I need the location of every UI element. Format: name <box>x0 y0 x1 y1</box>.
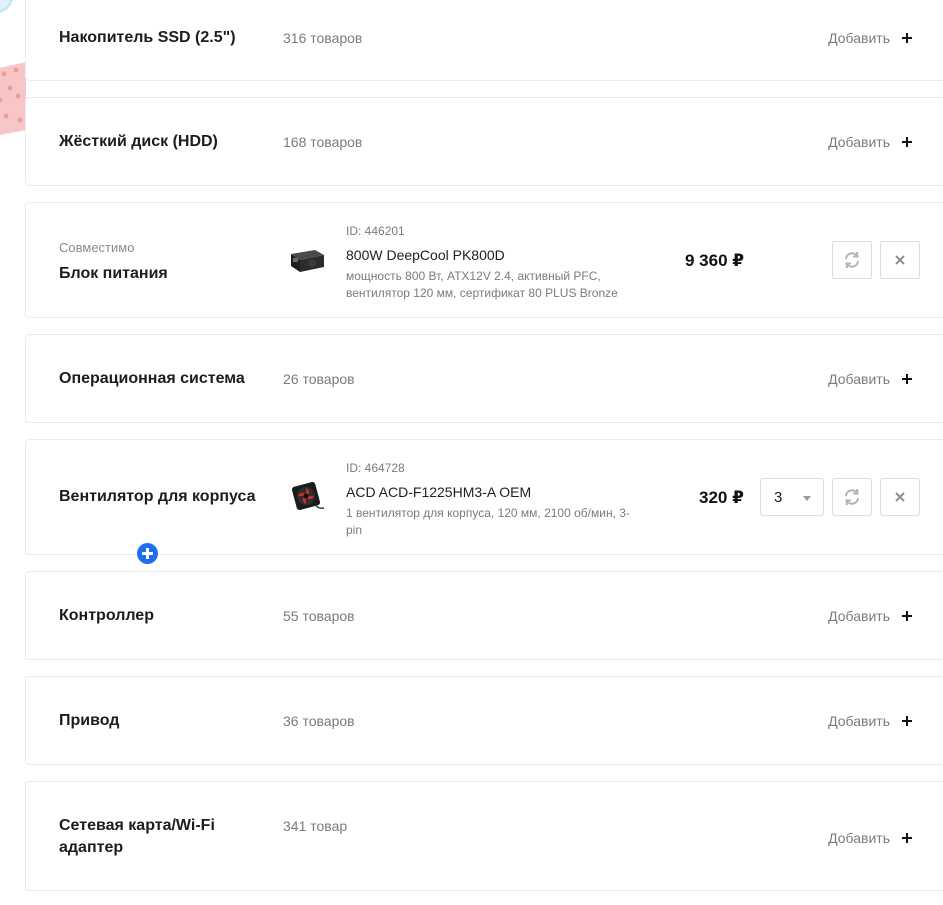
quantity-value: 3 <box>774 489 783 506</box>
add-button[interactable]: Добавить <box>828 134 912 150</box>
close-icon <box>895 492 905 502</box>
product-id: ID: 464728 <box>346 461 405 475</box>
add-label: Добавить <box>828 713 890 729</box>
category-row-optical-drive: Привод 36 товаров Добавить <box>25 676 943 765</box>
category-row-psu: Совместимо Блок питания ID: 446201 800W … <box>25 202 943 318</box>
fan-product-image[interactable] <box>288 482 326 512</box>
category-title: Операционная система <box>59 370 245 387</box>
plus-icon <box>902 611 912 621</box>
category-title: Жёсткий диск (HDD) <box>59 133 218 150</box>
product-id: ID: 446201 <box>346 224 405 238</box>
product-name[interactable]: 800W DeepCool PK800D <box>346 247 505 263</box>
product-count[interactable]: 55 товаров <box>283 608 355 624</box>
product-count[interactable]: 316 товаров <box>283 30 362 46</box>
quantity-select[interactable]: 3 <box>760 478 824 516</box>
product-price: 9 360 ₽ <box>685 251 745 270</box>
remove-button[interactable] <box>880 241 920 279</box>
product-count[interactable]: 341 товар <box>283 818 347 834</box>
plus-circle-icon[interactable] <box>137 543 158 564</box>
category-title: Вентилятор для корпуса <box>59 488 256 505</box>
plus-icon <box>902 374 912 384</box>
refresh-icon <box>845 251 859 269</box>
replace-button[interactable] <box>832 241 872 279</box>
category-row-controller: Контроллер 55 товаров Добавить <box>25 571 943 660</box>
product-description: мощность 800 Вт, ATX12V 2.4, активный PF… <box>346 269 618 300</box>
category-title: Контроллер <box>59 607 154 624</box>
category-row-os: Операционная система 26 товаров Добавить <box>25 334 943 423</box>
category-title: Сетевая карта/Wi-Fi адаптер <box>59 817 215 856</box>
product-count[interactable]: 36 товаров <box>283 713 355 729</box>
category-row-case-fan: Вентилятор для корпуса ID: 464728 ACD AC… <box>25 439 943 555</box>
compatibility-status: Совместимо <box>59 240 135 255</box>
plus-icon <box>902 33 912 43</box>
add-button[interactable]: Добавить <box>828 713 912 729</box>
add-label: Добавить <box>828 830 890 846</box>
category-title: Накопитель SSD (2.5") <box>59 29 236 46</box>
add-label: Добавить <box>828 371 890 387</box>
background-decoration <box>0 0 26 135</box>
category-row-hdd: Жёсткий диск (HDD) 168 товаров Добавить <box>25 97 943 186</box>
add-button[interactable]: Добавить <box>828 30 912 46</box>
product-count[interactable]: 168 товаров <box>283 134 362 150</box>
refresh-icon <box>845 488 859 506</box>
remove-button[interactable] <box>880 478 920 516</box>
chevron-down-icon <box>803 496 811 501</box>
plus-icon <box>902 137 912 147</box>
replace-button[interactable] <box>832 478 872 516</box>
product-price: 320 ₽ <box>699 488 744 507</box>
category-row-network-card: Сетевая карта/Wi-Fi адаптер 341 товар До… <box>25 781 943 891</box>
category-title: Привод <box>59 712 120 729</box>
psu-product-image[interactable] <box>288 245 326 275</box>
plus-icon <box>902 716 912 726</box>
category-row-ssd: Накопитель SSD (2.5") 316 товаров Добави… <box>25 0 943 81</box>
add-label: Добавить <box>828 134 890 150</box>
plus-icon <box>902 833 912 843</box>
product-count[interactable]: 26 товаров <box>283 371 355 387</box>
close-icon <box>895 255 905 265</box>
add-button[interactable]: Добавить <box>828 608 912 624</box>
product-name[interactable]: ACD ACD-F1225HM3-A OEM <box>346 484 531 500</box>
add-label: Добавить <box>828 30 890 46</box>
add-button[interactable]: Добавить <box>828 371 912 387</box>
add-label: Добавить <box>828 608 890 624</box>
product-description: 1 вентилятор для корпуса, 120 мм, 2100 о… <box>346 506 630 537</box>
category-title: Блок питания <box>59 265 168 282</box>
add-button[interactable]: Добавить <box>828 830 912 846</box>
